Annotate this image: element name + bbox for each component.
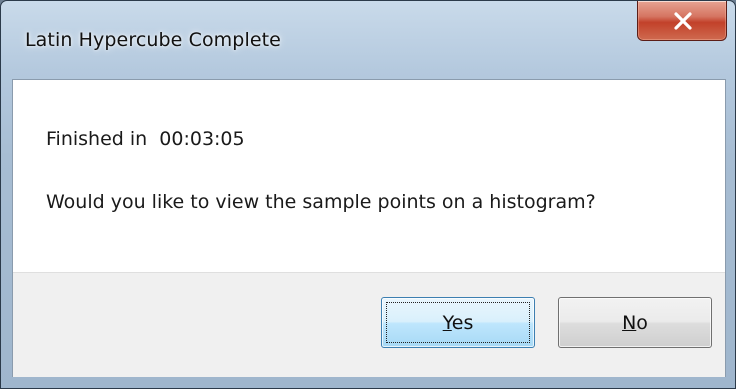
button-area: Yes No: [13, 272, 725, 377]
dialog-content: Finished in 00:03:05 Would you like to v…: [12, 79, 726, 377]
question-text: Would you like to view the sample points…: [46, 191, 596, 213]
title-bar[interactable]: Latin Hypercube Complete: [1, 1, 735, 79]
no-mnemonic: N: [622, 311, 637, 334]
no-rest: o: [636, 311, 648, 334]
yes-button-label: Yes: [443, 312, 474, 334]
close-icon: [674, 12, 692, 30]
yes-button[interactable]: Yes: [381, 297, 535, 348]
no-button[interactable]: No: [558, 297, 712, 348]
yes-mnemonic: Y: [442, 311, 452, 334]
close-button[interactable]: [637, 1, 727, 41]
no-button-label: No: [622, 312, 648, 334]
dialog-window: Latin Hypercube Complete Finished in 00:…: [0, 0, 736, 389]
message-area: Finished in 00:03:05 Would you like to v…: [13, 80, 725, 272]
yes-rest: es: [451, 311, 474, 334]
finished-time-text: Finished in 00:03:05: [46, 128, 245, 150]
window-title: Latin Hypercube Complete: [25, 29, 281, 51]
